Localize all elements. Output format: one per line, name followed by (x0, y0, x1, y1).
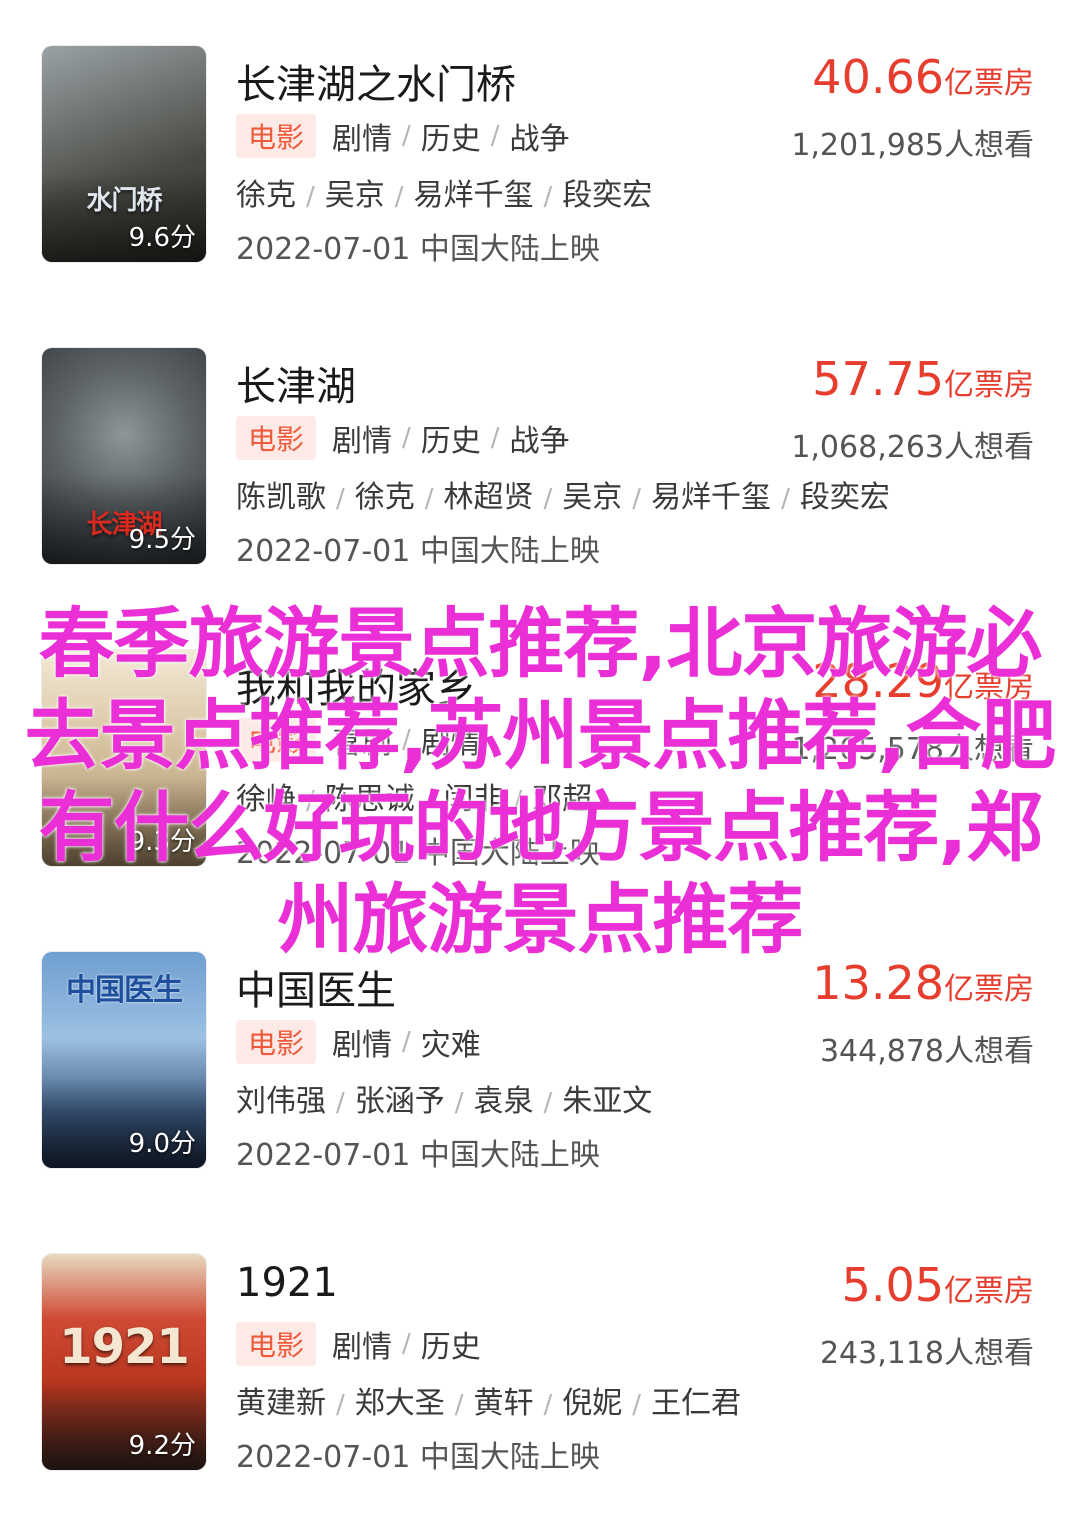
box-office-unit: 亿票房 (944, 66, 1034, 101)
cast-row: 陈凯歌 / 徐克 / 林超贤 / 吴京 / 易烊千玺 / 段奕宏 (236, 480, 890, 515)
cast-member: 吴京 (562, 480, 623, 515)
box-office: 5.05亿票房 (842, 1258, 1034, 1312)
movie-title[interactable]: 长津湖之水门桥 (236, 52, 516, 110)
genre: 战争 (509, 122, 570, 157)
type-tag: 电影 (236, 1020, 317, 1064)
genre-row: 电影 剧情 / 灾难 (236, 1020, 481, 1064)
rating-badge: 9.6分 (128, 223, 196, 253)
type-tag: 电影 (236, 1322, 317, 1366)
cast-member: 吴京 (324, 178, 385, 213)
type-tag: 电影 (236, 416, 317, 460)
rating-badge: 9.2分 (128, 1431, 196, 1461)
type-tag: 电影 (236, 114, 317, 158)
cast-member: 黄建新 (236, 1386, 326, 1421)
movie-item[interactable]: 长津湖 9.5分 长津湖 57.75亿票房 电影 剧情 / 历史 / 战争 1,06… (0, 348, 1080, 569)
cast-member: 徐克 (354, 480, 415, 515)
cast-member: 黄轩 (473, 1386, 534, 1421)
cast-member: 袁泉 (473, 1084, 534, 1119)
genre: 剧情 (332, 122, 393, 157)
genre-row: 电影 剧情 / 历史 (236, 1322, 481, 1366)
genre: 剧情 (332, 1330, 393, 1365)
box-office-number: 5.05 (841, 1258, 944, 1312)
cast-member: 倪妮 (562, 1386, 623, 1421)
cast-member: 王仁君 (651, 1386, 742, 1421)
genre: 战争 (509, 424, 570, 459)
cast-member: 易烊千玺 (651, 480, 772, 515)
release-info: 2022-07-01 中国大陆上映 (236, 534, 600, 569)
genre: 历史 (420, 424, 481, 459)
cast-row: 黄建新 / 郑大圣 / 黄轩 / 倪妮 / 王仁君 (236, 1386, 742, 1421)
genre: 历史 (420, 1330, 481, 1365)
want-count: 243,118人想看 (819, 1336, 1034, 1371)
movie-item[interactable]: 中国医生 9.0分 中国医生 13.28亿票房 电影 剧情 / 灾难 344,87… (0, 952, 1080, 1173)
movie-poster[interactable]: 水门桥 9.6分 (42, 46, 206, 262)
want-count: 344,878人想看 (819, 1034, 1034, 1069)
poster-title: 1921 (59, 1318, 190, 1375)
genre: 灾难 (420, 1028, 481, 1063)
cast-row: 刘伟强 / 张涵予 / 袁泉 / 朱亚文 (236, 1084, 653, 1119)
movie-poster[interactable]: 中国医生 9.0分 (42, 952, 206, 1168)
want-count: 1,201,985人想看 (791, 128, 1034, 163)
cast-member: 陈凯歌 (236, 480, 326, 515)
movie-title[interactable]: 中国医生 (236, 958, 396, 1016)
box-office: 40.66亿票房 (812, 50, 1034, 104)
cast-member: 张涵予 (354, 1084, 445, 1119)
genre-row: 电影 剧情 / 历史 / 战争 (236, 416, 570, 460)
cast-member: 易烊千玺 (413, 178, 534, 213)
box-office-unit: 亿票房 (944, 972, 1034, 1007)
cast-member: 郑大圣 (354, 1386, 445, 1421)
cast-member: 刘伟强 (236, 1084, 326, 1119)
watermark-overlay-text: 春季旅游景点推荐,北京旅游必去景点推荐,苏州景点推荐,合肥有什么好玩的地方景点推… (24, 599, 1057, 964)
release-info: 2022-07-01 中国大陆上映 (236, 232, 600, 267)
box-office-number: 57.75 (812, 352, 944, 406)
box-office: 57.75亿票房 (812, 352, 1034, 406)
box-office-number: 40.66 (812, 50, 944, 104)
cast-member: 段奕宏 (562, 178, 653, 213)
poster-title: 水门桥 (86, 185, 162, 216)
rating-badge: 9.0分 (128, 1129, 196, 1159)
genre: 历史 (420, 122, 481, 157)
cast-member: 朱亚文 (562, 1084, 653, 1119)
cast-member: 段奕宏 (799, 480, 890, 515)
movie-title[interactable]: 长津湖 (236, 354, 356, 412)
poster-title: 中国医生 (66, 972, 183, 1008)
movie-poster[interactable]: 长津湖 9.5分 (42, 348, 206, 564)
genre: 剧情 (332, 1028, 393, 1063)
movie-item[interactable]: 水门桥 9.6分 长津湖之水门桥 40.66亿票房 电影 剧情 / 历史 / 战争 … (0, 46, 1080, 267)
cast-member: 徐克 (236, 178, 296, 213)
movie-item[interactable]: 1921 9.2分 1921 5.05亿票房 电影 剧情 / 历史 243,118… (0, 1254, 1080, 1475)
cast-member: 林超贤 (443, 480, 534, 515)
release-info: 2022-07-01 中国大陆上映 (236, 1440, 600, 1475)
movie-title[interactable]: 1921 (236, 1260, 338, 1306)
genre-row: 电影 剧情 / 历史 / 战争 (236, 114, 570, 158)
cast-row: 徐克 / 吴京 / 易烊千玺 / 段奕宏 (236, 178, 653, 213)
release-info: 2022-07-01 中国大陆上映 (236, 1138, 600, 1173)
box-office-unit: 亿票房 (944, 368, 1034, 403)
box-office-unit: 亿票房 (944, 1274, 1034, 1309)
want-count: 1,068,263人想看 (791, 430, 1034, 465)
rating-badge: 9.5分 (128, 525, 196, 555)
movie-poster[interactable]: 1921 9.2分 (42, 1254, 206, 1470)
genre: 剧情 (332, 424, 393, 459)
